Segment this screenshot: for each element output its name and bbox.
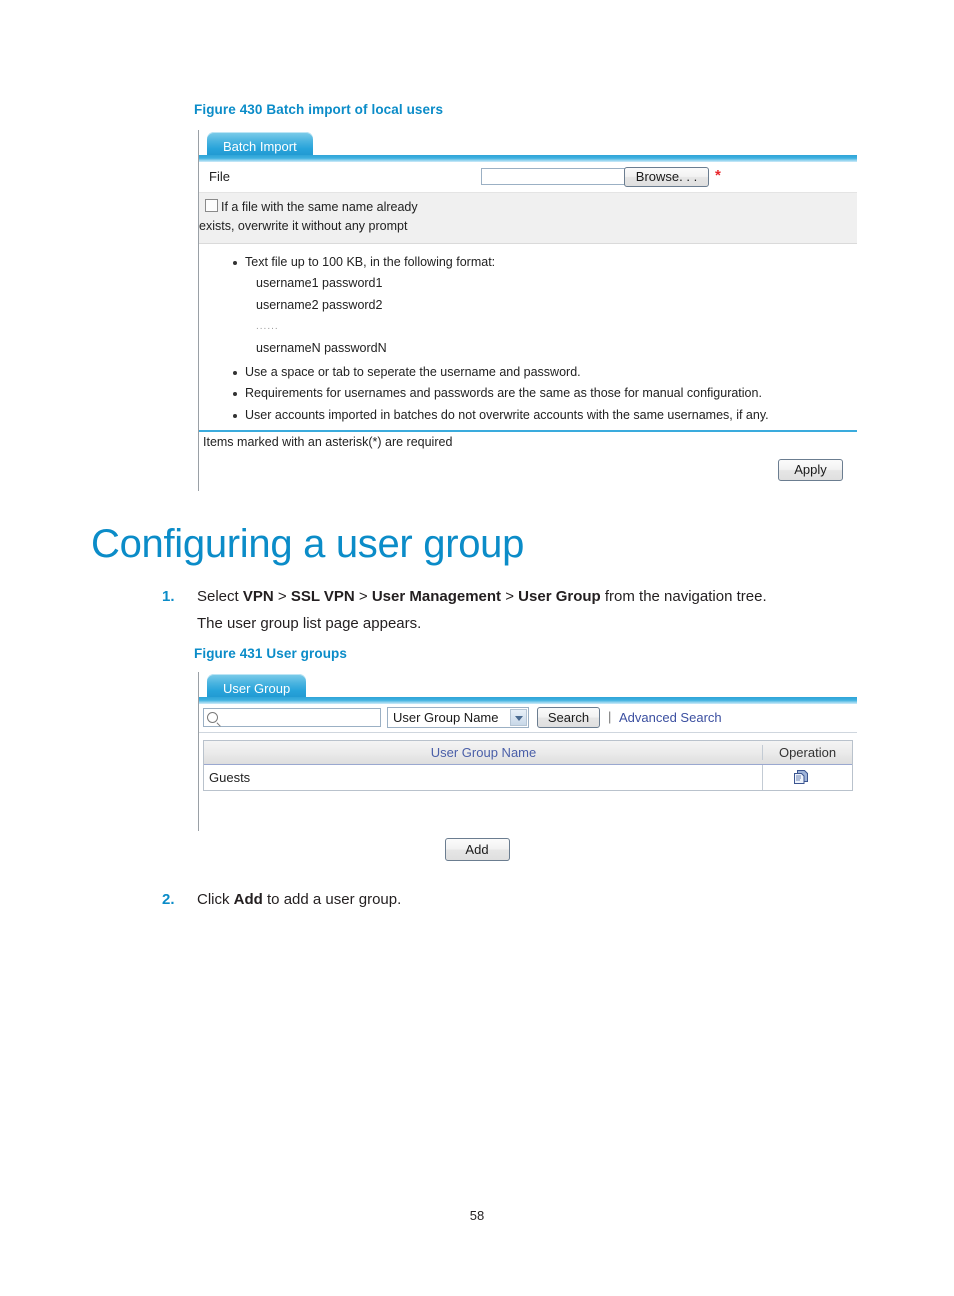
step-1-part: Select (197, 588, 243, 605)
edit-document-icon[interactable] (793, 769, 810, 785)
user-group-table: User Group Name Operation Guests (203, 740, 853, 791)
note-item: usernameN passwordN (256, 341, 387, 356)
step-1-continuation: The user group list page appears. (197, 615, 422, 632)
batch-import-tabstrip: Batch Import (199, 130, 857, 162)
step-1-part: from the navigation tree. (600, 588, 767, 605)
step-1-part: > (354, 588, 372, 605)
search-button[interactable]: Search (537, 707, 600, 728)
search-field-select-value: User Group Name (393, 710, 499, 725)
note-item: Use a space or tab to seperate the usern… (233, 362, 857, 384)
step-1-part: > (501, 588, 519, 605)
page-title: Configuring a user group (91, 522, 525, 566)
chevron-down-icon[interactable] (510, 709, 527, 726)
column-header-user-group-name: User Group Name (430, 745, 537, 760)
required-items-footnote: Items marked with an asterisk(*) are req… (199, 432, 857, 450)
file-required-asterisk: * (715, 167, 721, 184)
search-input[interactable] (220, 710, 379, 727)
apply-button[interactable]: Apply (778, 459, 843, 482)
figure-431-screenshot: User Group User Group Name Search | Adva… (198, 672, 857, 831)
tab-user-group-label: User Group (223, 681, 291, 696)
table-row: Guests (204, 765, 852, 790)
table-bottom-spacer (199, 791, 857, 831)
step-1-number: 1. (162, 588, 175, 605)
add-button-bar: Add (0, 838, 954, 861)
batch-import-action-bar: Apply (199, 449, 857, 492)
step-2-part: Add (233, 891, 263, 908)
batch-import-notes-list-2: Use a space or tab to seperate the usern… (199, 362, 857, 427)
note-item: User accounts imported in batches do not… (233, 405, 857, 427)
step-1-part: SSL VPN (290, 588, 355, 605)
step-2-part: to add a user group. (262, 891, 402, 908)
search-icon (207, 712, 218, 723)
note-item: ...... (256, 321, 279, 333)
user-group-tabstrip: User Group (199, 672, 857, 704)
overwrite-checkbox[interactable] (205, 199, 218, 212)
note-item: username1 password1 (256, 276, 383, 291)
cell-operation (762, 765, 852, 790)
overwrite-checkbox-block: If a file with the same name already exi… (199, 193, 857, 244)
figure-430-screenshot: Batch Import File Browse. . . * If a fil… (198, 130, 857, 492)
user-group-search-bar: User Group Name Search | Advanced Search (199, 704, 857, 733)
tab-batch-import-label: Batch Import (223, 139, 297, 154)
search-divider: | (608, 709, 612, 724)
overwrite-checkbox-label-line2: exists, overwrite it without any prompt (199, 219, 408, 234)
note-item: username2 password2 (256, 297, 383, 312)
step-1-part: User Group (518, 588, 601, 605)
step-1-part: > (273, 588, 291, 605)
advanced-search-link[interactable]: Advanced Search (619, 710, 722, 725)
step-1-part: User Management (371, 588, 502, 605)
note-item: Text file up to 100 KB, in the following… (233, 252, 857, 274)
browse-button[interactable]: Browse. . . (624, 167, 709, 187)
step-1-text: Select VPN > SSL VPN > User Management >… (197, 588, 767, 605)
table-header-row: User Group Name Operation (204, 741, 852, 765)
step-2-part: Click (197, 891, 234, 908)
cell-user-group-name: Guests (209, 770, 251, 785)
file-label: File (209, 169, 230, 184)
figure-431-caption: Figure 431 User groups (194, 646, 347, 661)
step-1-part: VPN (242, 588, 274, 605)
column-header-operation: Operation (762, 745, 852, 760)
document-page: Figure 430 Batch import of local users B… (0, 0, 954, 1296)
tabstrip-underline (199, 155, 857, 162)
search-field-select[interactable]: User Group Name (387, 707, 529, 728)
note-item: Requirements for usernames and passwords… (233, 383, 857, 405)
overwrite-checkbox-label-line1: If a file with the same name already (221, 200, 418, 214)
batch-import-notes-list: Text file up to 100 KB, in the following… (199, 252, 857, 360)
file-input[interactable] (481, 168, 644, 185)
file-form-row: File Browse. . . * (199, 162, 857, 193)
batch-import-notes: Text file up to 100 KB, in the following… (199, 243, 857, 431)
page-number: 58 (469, 1208, 485, 1223)
add-button[interactable]: Add (444, 838, 510, 861)
step-2-text: Click Add to add a user group. (197, 891, 401, 908)
figure-430-caption: Figure 430 Batch import of local users (194, 102, 444, 117)
step-2-number: 2. (162, 891, 175, 908)
tabstrip-underline (199, 697, 857, 704)
search-input-wrapper[interactable] (203, 708, 381, 727)
